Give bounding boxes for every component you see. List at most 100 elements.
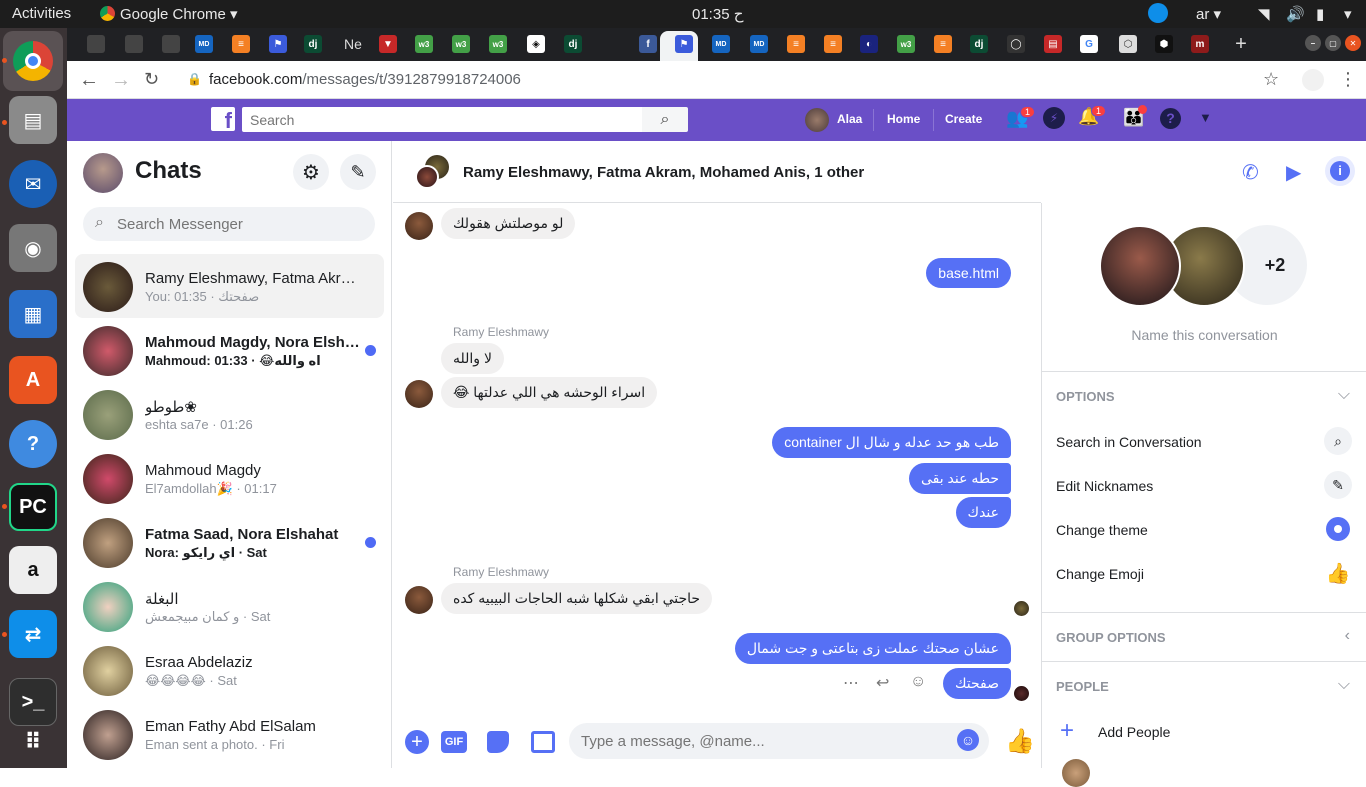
tab-favicon[interactable]: MD	[750, 35, 768, 53]
settings-button[interactable]: ⚙	[293, 154, 329, 190]
add-icon[interactable]: +	[405, 730, 429, 754]
tab-favicon[interactable]	[87, 35, 105, 53]
flag-tab-icon[interactable]: ⚑	[269, 35, 287, 53]
help-icon[interactable]: ?	[1160, 108, 1181, 129]
amazon-icon[interactable]: a	[9, 546, 57, 594]
pycharm-icon[interactable]: PC	[9, 483, 57, 531]
w3-tab-icon[interactable]: w3	[415, 35, 433, 53]
message-bubble[interactable]: عشان صحتك عملت زى بتاعتى و جت شمال	[734, 633, 1011, 664]
url-bar[interactable]: facebook.com/messages/t/3912879918724006	[209, 71, 521, 88]
app-menu[interactable]: Google Chrome ▾	[100, 5, 238, 23]
tab-favicon[interactable]: ⬡	[1119, 35, 1137, 53]
w3-tab-icon[interactable]: w3	[489, 35, 507, 53]
chat-list-item[interactable]: Esraa Abdelaziz 😂😂😂😂 · Sat	[75, 638, 384, 702]
pencil-icon[interactable]: ✎	[1324, 471, 1352, 499]
chat-list-item[interactable]: Ramy Eleshmawy, Fatma Akr… You: صفحتك · 0…	[75, 254, 384, 318]
account-menu-icon[interactable]: ▼	[1199, 110, 1212, 125]
edit-nicknames-label[interactable]: Edit Nicknames	[1056, 478, 1153, 494]
help-icon[interactable]: ?	[9, 420, 57, 468]
change-theme-label[interactable]: Change theme	[1056, 522, 1148, 538]
tab-favicon[interactable]: m	[1191, 35, 1209, 53]
people-header[interactable]: PEOPLE	[1056, 679, 1109, 694]
bookmark-star-icon[interactable]: ☆	[1263, 69, 1279, 90]
tab-favicon[interactable]	[162, 35, 180, 53]
system-menu-icon[interactable]: ▾	[1344, 5, 1352, 23]
search-conversation-label[interactable]: Search in Conversation	[1056, 434, 1202, 450]
clock[interactable]: ح 01:35	[692, 5, 743, 23]
search-icon[interactable]: ⌕	[1324, 427, 1352, 455]
chat-list-item[interactable]: Fatma Saad, Nora Elshahat Nora: اي رايكو …	[75, 510, 384, 574]
google-tab-icon[interactable]: G	[1080, 35, 1098, 53]
sticker-icon[interactable]	[487, 731, 509, 753]
minimize-button[interactable]: –	[1305, 35, 1321, 51]
volume-icon[interactable]: 🔊	[1286, 5, 1305, 23]
user-avatar[interactable]	[805, 108, 829, 132]
thunderbird-icon[interactable]: ✉	[9, 160, 57, 208]
files-icon[interactable]: ▤	[9, 96, 57, 144]
battery-icon[interactable]: ▮	[1316, 5, 1324, 23]
add-people-icon[interactable]: +	[1060, 717, 1074, 745]
chat-list-item[interactable]: البغلة و كمان مبيجمعش · Sat	[75, 574, 384, 638]
back-icon[interactable]: ←	[79, 69, 99, 92]
group-photo[interactable]: +2	[1099, 225, 1309, 307]
chat-list-item[interactable]: طوطو❀ eshta sa7e · 01:26	[75, 382, 384, 446]
change-emoji-label[interactable]: Change Emoji	[1056, 566, 1144, 582]
flag-tab-icon[interactable]: ⚑	[675, 35, 693, 53]
search-submit-button[interactable]: ⌕	[642, 107, 688, 132]
close-window-button[interactable]: ✕	[1345, 35, 1361, 51]
conversation-title[interactable]: Ramy Eleshmawy, Fatma Akram, Mohamed Ani…	[463, 164, 864, 181]
chat-list-item[interactable]: Mahmoud Magdy, Nora Elsh… Mahmoud: اه وال…	[75, 318, 384, 382]
django-tab-icon[interactable]: dj	[304, 35, 322, 53]
stackoverflow-tab-icon[interactable]: ≡	[232, 35, 250, 53]
react-icon[interactable]: ☺	[910, 673, 926, 691]
forward-icon[interactable]: →	[111, 69, 131, 92]
home-link[interactable]: Home	[887, 112, 920, 126]
chat-list-item[interactable]: Mahmoud Magdy El7amdollah🎉 · 01:17	[75, 446, 384, 510]
tab-favicon[interactable]	[125, 35, 143, 53]
new-tab-button[interactable]: +	[1232, 33, 1250, 55]
message-bubble[interactable]: حطه عند بقى	[909, 463, 1011, 494]
chat-list-item[interactable]: Eman Fathy Abd ElSalam Eman sent a photo.…	[75, 702, 384, 766]
teamviewer-icon[interactable]: ⇄	[9, 610, 57, 658]
group-options-header[interactable]: GROUP OPTIONS	[1056, 630, 1166, 645]
software-icon[interactable]: A	[9, 356, 57, 404]
photo-icon[interactable]	[531, 731, 555, 753]
message-input[interactable]	[581, 729, 941, 753]
facebook-tab-icon[interactable]: f	[639, 35, 657, 53]
django-tab-icon[interactable]: dj	[970, 35, 988, 53]
show-apps-icon[interactable]: ⠿	[9, 718, 57, 766]
w3-tab-icon[interactable]: w3	[452, 35, 470, 53]
audio-call-icon[interactable]: ✆	[1242, 160, 1259, 185]
wifi-icon[interactable]: ◥	[1258, 5, 1270, 23]
message-bubble[interactable]: صفحتك	[942, 668, 1011, 699]
tab-favicon[interactable]: ▤	[1044, 35, 1062, 53]
facebook-search-input[interactable]	[242, 107, 642, 132]
tab-favicon[interactable]: ▼	[379, 35, 397, 53]
activities-button[interactable]: Activities	[12, 5, 71, 22]
name-conversation-link[interactable]: Name this conversation	[1042, 327, 1366, 343]
video-call-icon[interactable]: ▶	[1286, 160, 1301, 185]
message-bubble[interactable]: اسراء الوحشه هي اللي عدلتها 😂	[441, 377, 658, 408]
like-icon[interactable]: 👍	[1005, 727, 1035, 756]
tab-favicon[interactable]: ⬢	[1155, 35, 1173, 53]
message-bubble[interactable]: حاجتي ابقي شكلها شبه الحاجات البيبيه كده	[441, 583, 713, 614]
add-people-label[interactable]: Add People	[1098, 724, 1170, 740]
w3-tab-icon[interactable]: w3	[897, 35, 915, 53]
chevron-down-icon[interactable]: ⌵	[1338, 386, 1350, 404]
stackoverflow-tab-icon[interactable]: ≡	[787, 35, 805, 53]
tab-favicon[interactable]: MD	[712, 35, 730, 53]
facebook-logo-icon[interactable]: f	[211, 107, 235, 133]
messenger-icon[interactable]: ⚡	[1043, 107, 1065, 129]
options-header[interactable]: OPTIONS	[1056, 389, 1115, 404]
github-tab-icon[interactable]: ◯	[1007, 35, 1025, 53]
message-bubble[interactable]: base.html	[926, 258, 1011, 288]
tab-title[interactable]: Ne	[341, 35, 365, 53]
chevron-down-icon[interactable]: ⌵	[1338, 676, 1350, 694]
stackoverflow-tab-icon[interactable]: ≡	[824, 35, 842, 53]
rhythmbox-icon[interactable]: ◉	[9, 224, 57, 272]
profile-icon[interactable]	[1302, 69, 1324, 91]
tab-favicon[interactable]: ◐	[860, 35, 878, 53]
tab-favicon[interactable]: MD	[195, 35, 213, 53]
teamviewer-tray-icon[interactable]	[1148, 3, 1168, 27]
thumbs-up-icon[interactable]: 👍	[1324, 559, 1352, 587]
